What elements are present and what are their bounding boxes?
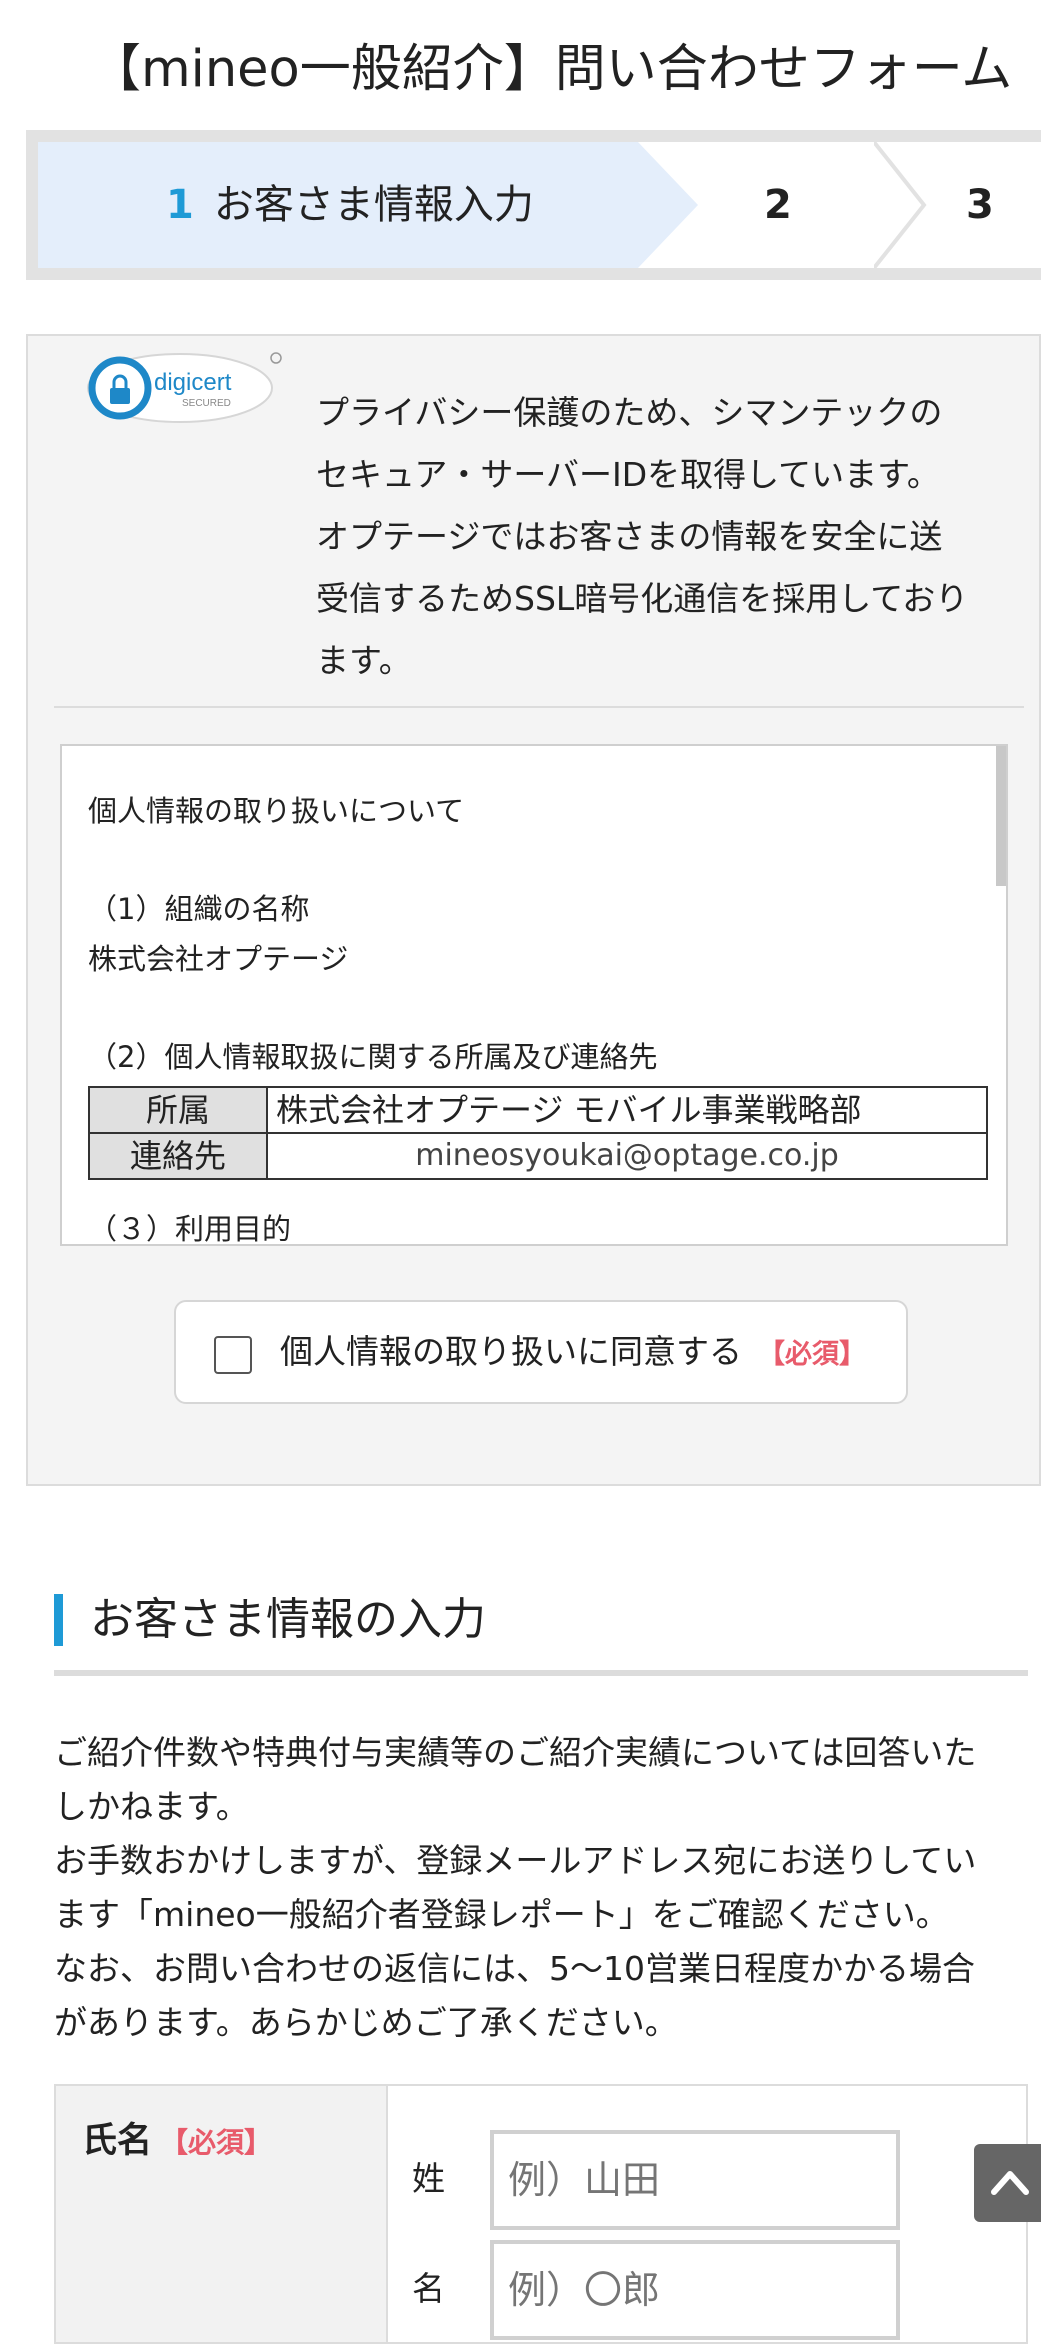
- step-1-label: お客さま情報入力: [213, 182, 534, 228]
- step-1-number: 1: [166, 182, 194, 228]
- back-to-top-button[interactable]: [974, 2144, 1041, 2222]
- privacy-policy-scrollbox[interactable]: 個人情報の取り扱いについて （1）組織の名称 株式会社オプテージ （2）個人情報…: [60, 744, 1008, 1246]
- section-accent-bar: [54, 1594, 63, 1646]
- name-header-cell: 氏名 【必須】: [56, 2086, 388, 2342]
- agree-label: 個人情報の取り扱いに同意する: [280, 1332, 742, 1371]
- first-name-label: 名: [412, 2269, 445, 2308]
- page-title: 【mineo一般紹介】問い合わせフォーム: [90, 40, 1013, 99]
- required-badge: 【必須】: [160, 2126, 273, 2159]
- contact-email: mineosyoukai@optage.co.jp: [266, 1132, 988, 1180]
- divider: [54, 706, 1024, 708]
- privacy-heading: 個人情報の取り扱いについて: [88, 794, 465, 828]
- notice-text: ご紹介件数や特典付与実績等のご紹介実績については回答いた しかねます。 お手数お…: [54, 1733, 977, 2042]
- dept-label: 所属: [88, 1086, 268, 1134]
- svg-text:SECURED: SECURED: [182, 398, 231, 409]
- contact-table: 所属 株式会社オプテージ モバイル事業戦略部 連絡先 mineosyoukai@…: [88, 1086, 988, 1180]
- dept-value: 株式会社オプテージ モバイル事業戦略部: [266, 1086, 988, 1134]
- last-name-input[interactable]: [490, 2130, 900, 2230]
- name-label: 氏名: [82, 2121, 153, 2161]
- agree-consent[interactable]: 個人情報の取り扱いに同意する 【必須】: [174, 1300, 908, 1404]
- section-header: お客さま情報の入力: [54, 1590, 1028, 1680]
- first-name-input[interactable]: [490, 2240, 900, 2340]
- required-badge: 【必須】: [758, 1339, 866, 1370]
- privacy-item-1-body: 株式会社オプテージ: [88, 942, 349, 976]
- privacy-item-2-title: （2）個人情報取扱に関する所属及び連絡先: [88, 1040, 658, 1074]
- step-3-number: 3: [966, 182, 994, 228]
- scrollbar[interactable]: [996, 746, 1006, 886]
- section-underline: [54, 1670, 1028, 1676]
- digicert-logo: digicert SECURED: [87, 352, 282, 423]
- security-description: プライバシー保護のため、シマンテックの セキュア・サーバーIDを取得しています。…: [316, 393, 969, 680]
- contact-label: 連絡先: [88, 1132, 268, 1180]
- chevron-up-icon: [991, 2171, 1029, 2195]
- privacy-item-1-title: （1）組織の名称: [88, 892, 310, 926]
- step-indicator: 1 お客さま情報入力 2 3: [26, 130, 1041, 280]
- privacy-item-3-title: （３）利用目的: [88, 1212, 292, 1246]
- step-separator-icon: [874, 142, 927, 268]
- step-1: 1 お客さま情報入力: [38, 142, 698, 268]
- agree-checkbox[interactable]: [214, 1336, 252, 1374]
- section-title: お客さま情報の入力: [90, 1594, 486, 1645]
- security-panel: digicert SECURED プライバシー保護のため、シマンテックの セキュ…: [26, 334, 1041, 1486]
- name-form-row: 氏名【必須】 姓 名: [54, 2084, 1028, 2344]
- last-name-label: 姓: [412, 2159, 445, 2198]
- svg-text:digicert: digicert: [154, 369, 232, 396]
- step-2-number: 2: [764, 182, 792, 228]
